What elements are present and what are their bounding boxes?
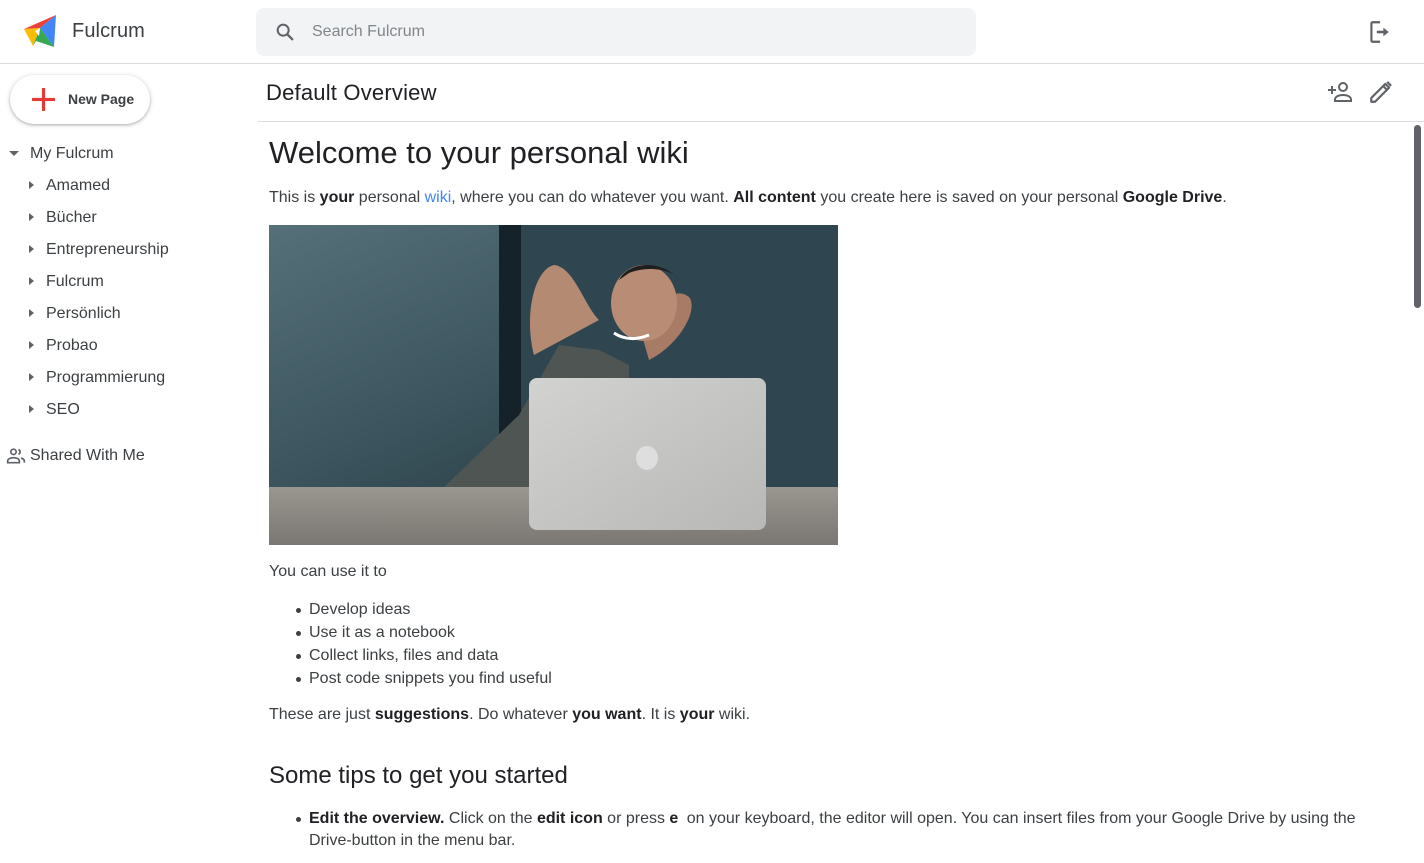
search-input[interactable] [312,8,952,56]
text: . [1222,189,1227,206]
tree-root-my-fulcrum[interactable]: My Fulcrum [0,138,256,170]
tip-item: Edit the overview. Click on the edit ico… [296,808,1369,852]
wiki-link[interactable]: wiki [425,189,452,206]
shared-with-me[interactable]: Shared With Me [0,441,256,471]
tips-list: Edit the overview. Click on the edit ico… [269,808,1369,852]
caret-right-icon[interactable] [29,245,34,253]
page-header: Default Overview [258,65,1424,122]
list-item: Use it as a notebook [296,621,1408,644]
text: . It is [641,706,680,723]
list-item: Develop ideas [296,598,1408,621]
tree-item-label: Programmierung [46,369,166,386]
caret-right-icon[interactable] [29,181,34,189]
uses-list: Develop ideas Use it as a notebook Colle… [269,598,1408,690]
tips-heading: Some tips to get you started [269,762,568,789]
sidebar: New Page My Fulcrum Amamed Bücher Entrep… [0,65,256,863]
list-item: Post code snippets you find useful [296,667,1408,690]
text: you create here is saved on your persona… [815,189,1123,206]
use-intro: You can use it to [269,563,387,580]
caret-right-icon[interactable] [29,309,34,317]
caret-right-icon[interactable] [29,373,34,381]
tree-item-seo[interactable]: SEO [0,394,256,426]
text: These are just [269,706,375,723]
keyboard-key: e [669,810,679,827]
caret-right-icon[interactable] [29,405,34,413]
bold-text: your [319,189,355,206]
suggestions-paragraph: These are just suggestions. Do whatever … [269,704,1408,726]
tree-item-label: Bücher [46,209,97,226]
text: This is [269,189,320,206]
tree-item-label: Fulcrum [46,273,104,290]
bold-text: you want [572,706,642,723]
tree-item-label: Entrepreneurship [46,241,169,258]
tree-item-label: Persönlich [46,305,121,322]
text: or press [602,810,670,827]
tree-item-programmierung[interactable]: Programmierung [0,362,256,394]
tree-item-label: Probao [46,337,98,354]
bold-text: your [679,706,715,723]
bold-text: Edit the overview. [309,810,445,827]
tree-item-label: Amamed [46,177,111,194]
search-bar[interactable] [256,8,976,56]
content-scrollbar[interactable] [1414,125,1421,308]
tree-item-buecher[interactable]: Bücher [0,202,256,234]
page-content: Welcome to your personal wiki This is yo… [258,123,1408,863]
tree-item-persoenlich[interactable]: Persönlich [0,298,256,330]
tree-item-probao[interactable]: Probao [0,330,256,362]
tree-item-entrepreneurship[interactable]: Entrepreneurship [0,234,256,266]
logout-icon[interactable] [1366,19,1392,45]
caret-right-icon[interactable] [29,277,34,285]
text: . Do whatever [469,706,573,723]
app-title[interactable]: Fulcrum [72,20,145,43]
top-bar: Fulcrum [0,0,1424,64]
edit-icon[interactable] [1368,79,1394,105]
wiki-heading: Welcome to your personal wiki [269,135,689,170]
text: Click on the [444,810,537,827]
page-title: Default Overview [266,80,437,105]
search-icon[interactable] [274,21,296,43]
bold-text: edit icon [536,810,603,827]
tree-root-label: My Fulcrum [30,145,114,162]
text: personal [354,189,425,206]
people-icon [6,448,26,464]
tree-item-amamed[interactable]: Amamed [0,170,256,202]
caret-right-icon[interactable] [29,341,34,349]
list-item: Collect links, files and data [296,644,1408,667]
add-person-icon[interactable] [1326,79,1354,107]
bold-text: All content [733,189,816,206]
tree-item-fulcrum[interactable]: Fulcrum [0,266,256,298]
hero-image-illustration [269,225,838,545]
bold-text: Google Drive [1122,189,1223,206]
tree-item-label: SEO [46,401,80,418]
page-tree: My Fulcrum Amamed Bücher Entrepreneurshi… [0,138,256,426]
fulcrum-logo-icon[interactable] [22,13,58,49]
hero-image [269,225,838,545]
intro-paragraph: This is your personal wiki, where you ca… [269,187,1408,209]
shared-with-me-label: Shared With Me [30,447,145,464]
new-page-label: New Page [68,91,135,107]
plus-icon [32,88,55,111]
text: , where you can do whatever you want. [451,189,734,206]
new-page-button[interactable]: New Page [10,75,150,124]
bold-text: suggestions [374,706,470,723]
caret-right-icon[interactable] [29,213,34,221]
text: wiki. [714,706,751,723]
caret-down-icon[interactable] [9,151,19,156]
